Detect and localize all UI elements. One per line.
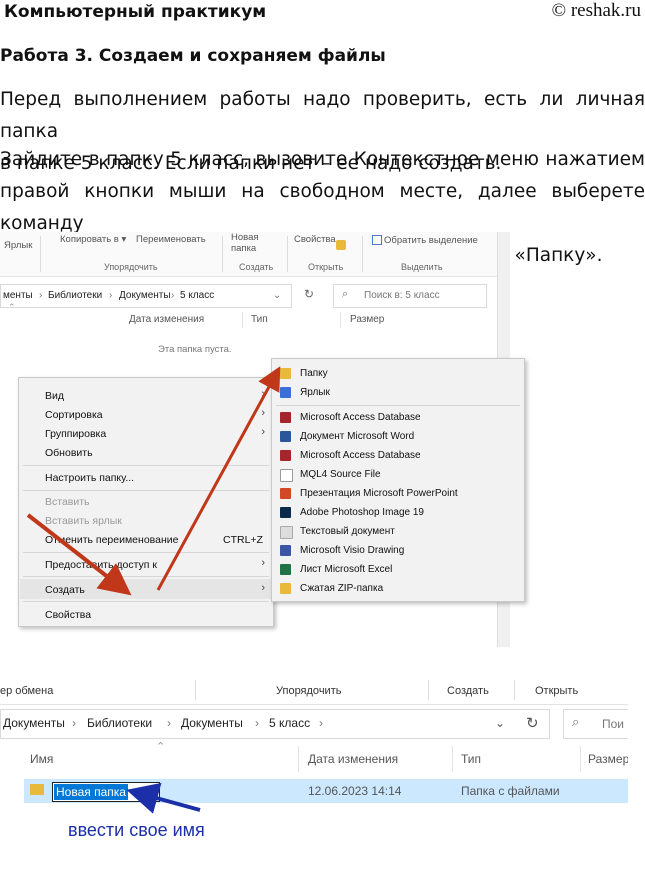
- annotation-arrow-blue: [126, 782, 201, 814]
- annotation-note: ввести свое имя: [68, 820, 205, 840]
- arrow-to-rename: [126, 782, 201, 814]
